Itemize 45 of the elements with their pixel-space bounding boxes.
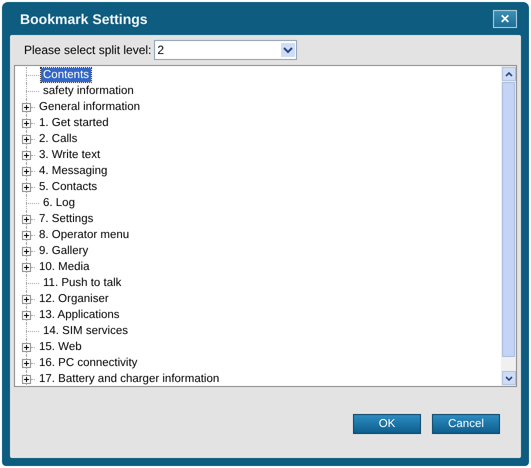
expand-icon[interactable] — [22, 294, 31, 304]
tree-item[interactable]: 7. Settings — [37, 212, 96, 226]
expand-icon[interactable] — [22, 358, 31, 368]
expand-icon[interactable] — [22, 134, 31, 144]
scroll-down-icon[interactable] — [502, 371, 516, 385]
expand-icon[interactable] — [22, 166, 31, 176]
tree-item[interactable]: 9. Gallery — [37, 244, 90, 258]
expand-icon[interactable] — [22, 102, 31, 112]
tree-item[interactable]: 8. Operator menu — [37, 228, 132, 242]
tree-item[interactable]: safety information — [41, 84, 136, 98]
tree-item[interactable]: 14. SIM services — [41, 324, 130, 338]
tree-item[interactable]: 12. Organiser — [37, 292, 111, 306]
tree-item[interactable]: General information — [37, 100, 142, 114]
expand-icon[interactable] — [22, 374, 31, 384]
expand-icon[interactable] — [22, 310, 31, 320]
tree-item[interactable]: 10. Media — [37, 260, 92, 274]
expand-icon[interactable] — [22, 118, 31, 128]
close-button[interactable]: ✕ — [493, 10, 517, 28]
split-level-dropdown[interactable]: 2 — [154, 40, 298, 60]
split-level-label: Please select split level: — [24, 43, 152, 57]
expand-icon[interactable] — [22, 246, 31, 256]
tree-item[interactable]: 16. PC connectivity — [37, 356, 140, 370]
scrollbar[interactable] — [501, 66, 516, 386]
tree-item[interactable]: 1. Get started — [37, 116, 111, 130]
tree-item[interactable]: 17. Battery and charger information — [37, 372, 222, 386]
expand-icon[interactable] — [22, 262, 31, 272]
tree-item[interactable]: 5. Contacts — [37, 180, 100, 194]
expand-icon[interactable] — [22, 342, 31, 352]
scroll-up-icon[interactable] — [502, 67, 516, 81]
tree-item[interactable]: Contents — [41, 68, 92, 82]
dialog-button[interactable]: OK — [353, 414, 421, 434]
expand-icon[interactable] — [22, 230, 31, 240]
dialog-button[interactable]: Cancel — [432, 414, 500, 434]
expand-icon[interactable] — [22, 150, 31, 160]
tree-item[interactable]: 3. Write text — [37, 148, 102, 162]
scroll-thumb[interactable] — [502, 82, 515, 357]
tree-item[interactable]: 13. Applications — [37, 308, 122, 322]
tree-item[interactable]: 2. Calls — [37, 132, 80, 146]
tree-item[interactable]: 4. Messaging — [37, 164, 110, 178]
tree-item[interactable]: 6. Log — [41, 196, 77, 210]
window-title: Bookmark Settings — [20, 10, 148, 26]
expand-icon[interactable] — [22, 182, 31, 192]
tree-item[interactable]: 15. Web — [37, 340, 84, 354]
tree-item[interactable]: 11. Push to talk — [41, 276, 124, 290]
expand-icon[interactable] — [22, 214, 31, 224]
